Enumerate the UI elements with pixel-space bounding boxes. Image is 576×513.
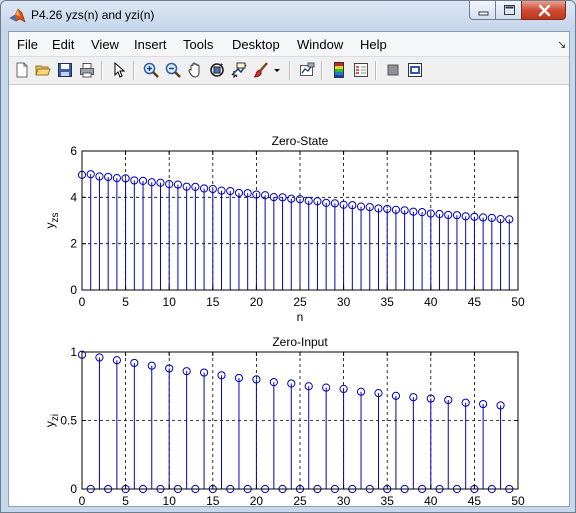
brush-dropdown-icon [274,69,280,72]
y-tick-label: 0.5 [60,414,77,428]
edit-plot-button[interactable] [109,60,129,80]
x-tick-label: 0 [79,494,86,506]
show-plot-tools-button[interactable] [405,60,425,80]
title-bar[interactable]: P4.26 yzs(n) and yzi(n) [1,1,575,31]
menu-help[interactable]: Help [360,37,387,52]
x-tick-label: 10 [163,494,177,506]
toolbar-separator [289,61,291,80]
link-plot-button[interactable] [297,60,317,80]
menu-edit[interactable]: Edit [52,37,74,52]
figure-window: P4.26 yzs(n) and yzi(n) File Edit View I… [0,0,576,513]
figure-toolbar [9,57,569,85]
brush-button[interactable] [251,60,271,80]
zoom-in-icon [143,62,159,78]
new-figure-button[interactable] [12,60,32,80]
close-icon [538,4,551,17]
save-icon [58,63,72,77]
menu-insert[interactable]: Insert [134,37,167,52]
pan-hand-icon [188,62,200,78]
matlab-logo-icon [9,8,26,23]
figure-client-area: File Edit View Insert Tools Desktop Wind… [8,31,570,507]
data-cursor-button[interactable] [229,60,249,80]
brush-dropdown-button[interactable] [271,60,281,80]
zoom-out-button[interactable] [163,60,183,80]
toolbar-separator [375,61,377,80]
x-tick-label: 30 [337,295,351,309]
zoom-in-button[interactable] [141,60,161,80]
x-axis-label: n [297,310,304,324]
open-file-button[interactable] [33,60,53,80]
x-tick-label: 15 [206,494,220,506]
x-tick-label: 10 [163,295,177,309]
open-file-icon [35,65,51,76]
x-tick-label: 50 [511,295,525,309]
x-tick-label: 25 [293,494,307,506]
minimize-icon [478,11,489,16]
x-tick-label: 15 [206,295,220,309]
x-tick-label: 20 [250,295,264,309]
x-tick-label: 45 [468,295,482,309]
maximize-button[interactable] [495,1,522,20]
figure-canvas: 0 5 10 15 20 25 30 35 40 45 50 0 2 4 6 Zero-State n yzs 0… [9,85,569,506]
x-tick-label: 20 [250,494,264,506]
y-axis-label: yzi [43,414,61,427]
colorbar-icon [334,62,344,78]
maximize-icon [504,5,515,15]
legend-icon [354,63,368,77]
x-tick-label: 5 [122,494,129,506]
y-tick-label: 0 [70,283,77,297]
dock-figure-icon[interactable]: ↘ [557,38,566,51]
menu-file[interactable]: File [17,37,38,52]
x-tick-label: 30 [337,494,351,506]
zero-input-axes[interactable]: 0510152025303540455000.51Zero-Inputnyzi [43,335,525,506]
menu-view[interactable]: View [91,37,119,52]
menu-tools[interactable]: Tools [183,37,213,52]
x-tick-label: 35 [381,295,395,309]
print-button[interactable] [77,60,97,80]
x-tick-label: 40 [424,494,438,506]
menu-desktop[interactable]: Desktop [232,37,280,52]
y-tick-label: 4 [70,190,77,204]
pan-button[interactable] [185,60,205,80]
toolbar-separator [133,61,135,80]
x-tick-label: 45 [468,494,482,506]
insert-legend-button[interactable] [351,60,371,80]
data-cursor-icon [231,62,247,78]
new-figure-icon [16,62,28,78]
x-tick-label: 25 [293,295,307,309]
brush-icon [253,62,268,78]
hide-plot-tools-button[interactable] [383,60,403,80]
axes-title: Zero-State [272,134,329,148]
y-axis-label: yzs [43,213,61,229]
menu-bar: File Edit View Insert Tools Desktop Wind… [9,32,569,57]
y-tick-label: 0 [70,482,77,496]
y-tick-label: 6 [70,144,77,158]
x-tick-label: 50 [511,494,525,506]
y-tick-label: 2 [70,237,77,251]
print-icon [80,63,94,78]
rotate-3d-icon [210,63,224,77]
zoom-out-icon [165,62,181,78]
save-button[interactable] [55,60,75,80]
show-plot-tools-icon [408,63,422,77]
axes-title: Zero-Input [272,335,328,349]
y-tick-label: 1 [70,345,77,359]
x-tick-label: 5 [122,295,129,309]
toolbar-separator [321,61,323,80]
rotate-3d-button[interactable] [207,60,227,80]
close-button[interactable] [521,1,566,20]
toolbar-separator [101,61,103,80]
edit-plot-arrow-icon [114,62,126,78]
hide-plot-tools-icon [387,64,399,76]
window-title: P4.26 yzs(n) and yzi(n) [31,8,155,22]
menu-window[interactable]: Window [297,37,343,52]
minimize-button[interactable] [469,1,496,20]
x-tick-label: 35 [381,494,395,506]
link-plot-icon [300,62,315,76]
zero-state-axes[interactable]: 0 5 10 15 20 25 30 35 40 45 50 0 2 4 6 Zero-State n yzs [43,134,525,324]
x-tick-label: 40 [424,295,438,309]
plots-svg: 0 5 10 15 20 25 30 35 40 45 500246Zero-Statenyzs 0… [43,134,525,506]
insert-colorbar-button[interactable] [329,60,349,80]
x-tick-label: 0 [79,295,86,309]
